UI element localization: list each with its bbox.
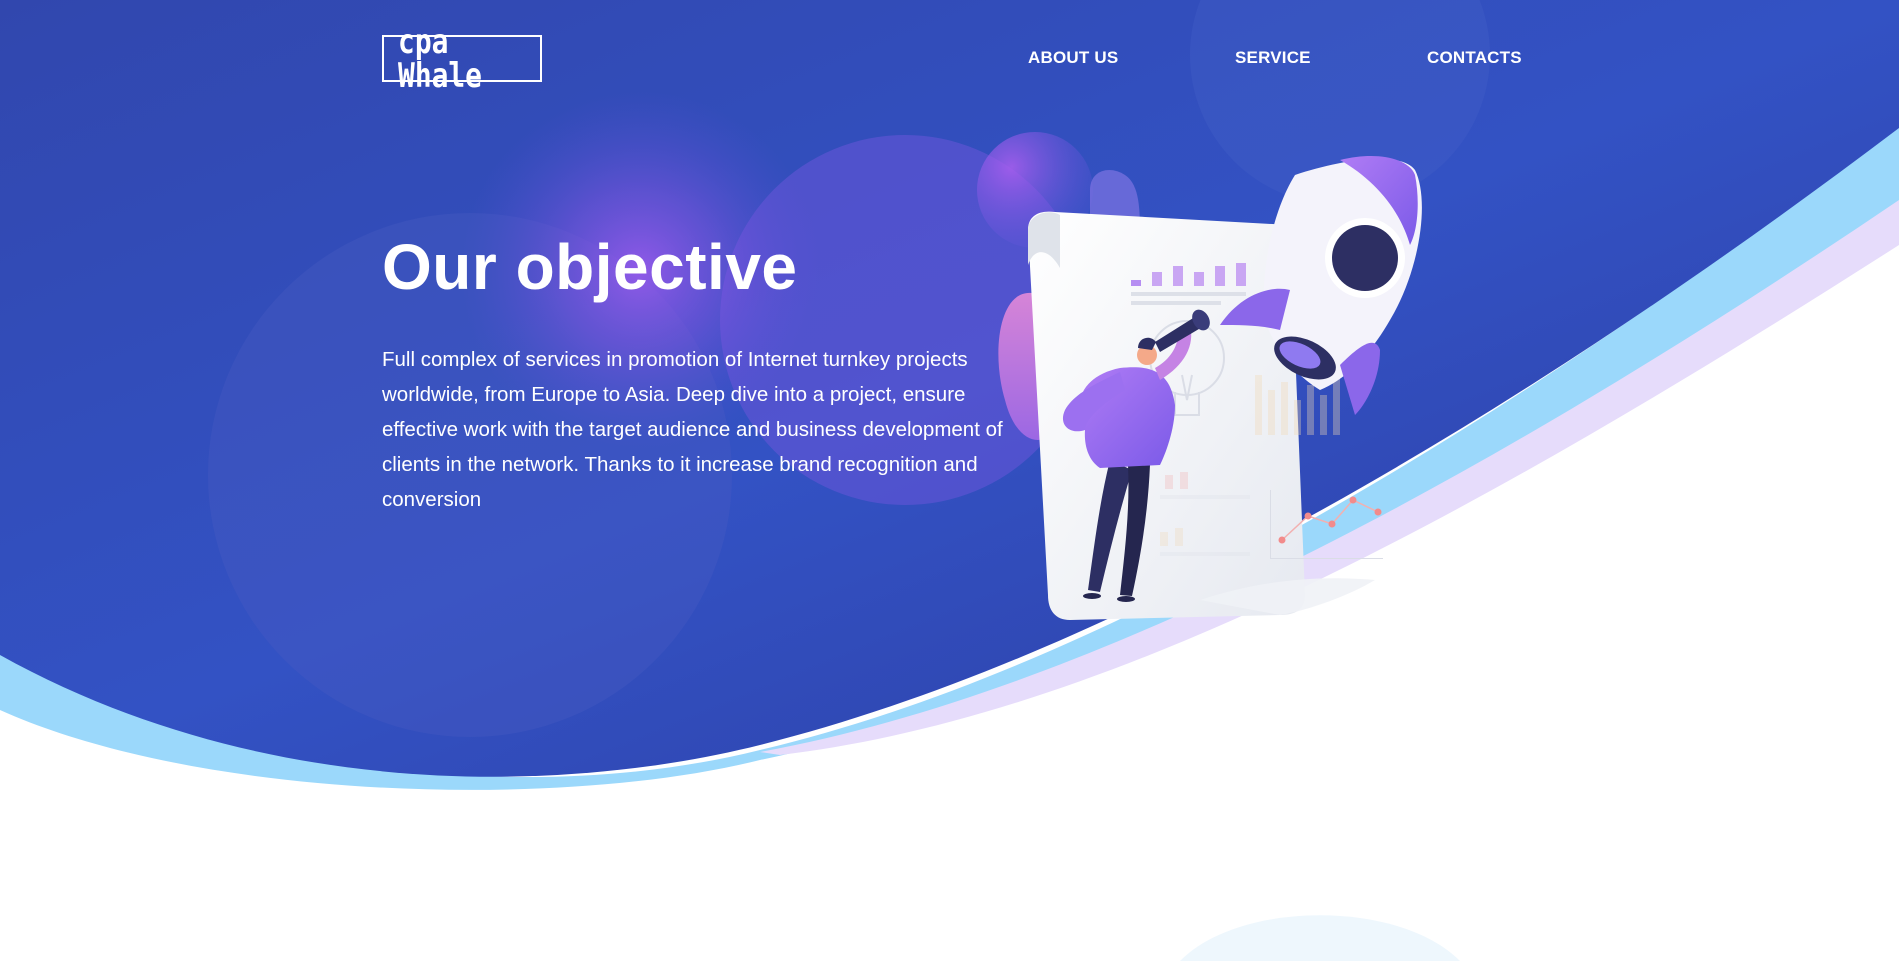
- hero-description: Full complex of services in promotion of…: [382, 348, 1003, 511]
- hero-illustration: [998, 155, 1422, 620]
- page-title: Our objective: [382, 231, 798, 303]
- nav-item-about-us[interactable]: ABOUT US: [1028, 48, 1118, 68]
- main-nav: ABOUT US SERVICE CONTACTS: [0, 48, 1899, 72]
- nav-item-service[interactable]: SERVICE: [1235, 48, 1311, 68]
- nav-item-contacts[interactable]: CONTACTS: [1427, 48, 1522, 68]
